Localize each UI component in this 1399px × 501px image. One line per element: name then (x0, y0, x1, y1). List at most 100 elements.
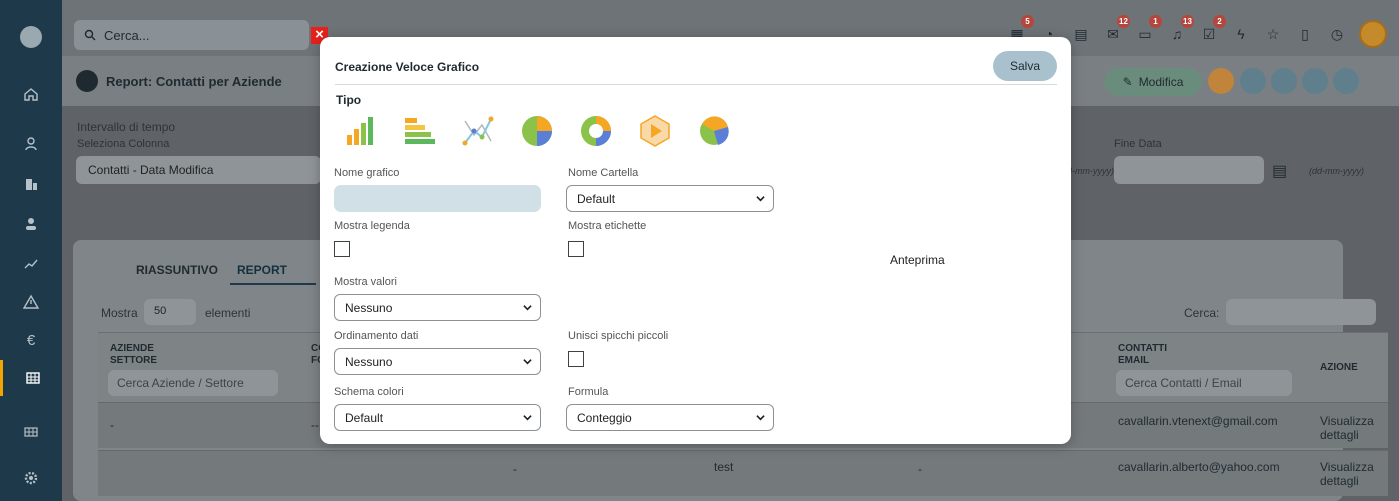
date-format-hint: (dd-mm-yyyy) (1309, 166, 1364, 176)
folder-value: Default (577, 192, 616, 206)
cell: test (714, 460, 734, 474)
tasks-check-icon[interactable]: ☑ 2 (1199, 15, 1226, 44)
print-icon[interactable] (1333, 68, 1359, 94)
divider (335, 84, 1057, 85)
home-icon[interactable] (0, 76, 62, 112)
order-select[interactable]: Nessuno (334, 348, 541, 375)
cell: -- (311, 418, 319, 432)
col-contatti: CONTATTI (1118, 343, 1168, 354)
labels-checkbox[interactable] (568, 241, 584, 257)
lightning-icon[interactable]: ϟ (1231, 24, 1251, 44)
view-details-link[interactable]: Visualizza (1320, 414, 1374, 428)
user-icon[interactable] (0, 206, 62, 242)
modal-title: Creazione Veloce Grafico (335, 60, 480, 74)
chevron-down-icon (756, 415, 765, 421)
pie-chart-icon[interactable] (519, 113, 555, 149)
formula-select[interactable]: Conteggio (566, 404, 774, 431)
tab-report[interactable]: REPORT (237, 263, 287, 277)
table-icon[interactable] (0, 414, 62, 450)
mail-icon[interactable]: ✉ 12 (1103, 15, 1130, 44)
view-details-link[interactable]: Visualizza (1320, 460, 1374, 474)
formula-value: Conteggio (577, 411, 632, 425)
search-icon (84, 29, 96, 41)
contacts-icon[interactable] (0, 126, 62, 162)
line-chart-icon[interactable] (460, 113, 496, 149)
settings-gear-icon[interactable] (0, 460, 62, 496)
view-details-link[interactable]: dettagli (1320, 428, 1359, 442)
column-select[interactable]: Contatti - Data Modifica (76, 156, 321, 184)
folder-select[interactable]: Default (566, 185, 774, 212)
date-format-hint: (dd-mm-yyyy) (1068, 166, 1114, 176)
table-search-input[interactable] (1226, 299, 1376, 325)
scheme-value: Default (345, 411, 384, 425)
donut-chart-icon[interactable] (578, 113, 614, 149)
end-date-label: Fine Data (1114, 138, 1162, 150)
type-label: Tipo (336, 93, 362, 107)
reports-grid-icon[interactable] (0, 360, 62, 396)
scheme-select[interactable]: Default (334, 404, 541, 431)
values-value: Nessuno (345, 301, 393, 315)
filter-email-input[interactable]: Cerca Contatti / Email (1116, 370, 1292, 396)
tab-summary[interactable]: RIASSUNTIVO (136, 263, 218, 277)
labels-label: Mostra etichette (568, 220, 647, 232)
chart-quick-icon[interactable] (1208, 68, 1234, 94)
scheme-label: Schema colori (334, 386, 404, 398)
col-email: EMAIL (1118, 355, 1150, 366)
chevron-down-icon (523, 415, 532, 421)
user-avatar[interactable] (1359, 20, 1387, 48)
pdf-icon[interactable] (1271, 68, 1297, 94)
end-date-input[interactable] (1114, 156, 1264, 184)
bar-vertical-icon[interactable] (342, 113, 378, 149)
values-select[interactable]: Nessuno (334, 294, 541, 321)
warning-icon[interactable] (0, 284, 62, 320)
bell-icon[interactable]: ♫ 13 (1167, 15, 1194, 44)
app-logo[interactable] (20, 26, 42, 48)
copy-icon[interactable] (1240, 68, 1266, 94)
trend-icon[interactable] (0, 246, 62, 282)
cell-email: cavallarin.vtenext@gmail.com (1118, 414, 1278, 428)
notification-badge: 2 (1213, 15, 1226, 28)
values-label: Mostra valori (334, 276, 397, 288)
calendar-icon[interactable]: ▤ (1071, 24, 1091, 44)
chevron-down-icon (523, 359, 532, 365)
search-placeholder: Cerca... (104, 27, 150, 43)
pie-3d-chart-icon[interactable] (696, 113, 732, 149)
chevron-down-icon (523, 305, 532, 311)
notification-badge: 13 (1181, 15, 1194, 28)
chevron-down-icon (756, 196, 765, 202)
page-title: Report: Contatti per Aziende (106, 74, 282, 89)
cell: - (513, 462, 517, 476)
bar-horizontal-icon[interactable] (401, 113, 437, 149)
filter-aziende-input[interactable]: Cerca Aziende / Settore (108, 370, 278, 396)
view-details-link[interactable]: dettagli (1320, 474, 1359, 488)
page-size-select[interactable]: 50 (144, 299, 196, 325)
timer-icon[interactable]: ◷ (1327, 24, 1347, 44)
calendar-icon[interactable]: ▤ (1272, 161, 1287, 181)
legend-checkbox[interactable] (334, 241, 350, 257)
chart-name-input[interactable] (334, 185, 541, 212)
excel-icon[interactable] (1302, 68, 1328, 94)
modify-button[interactable]: ✎ Modifica (1104, 68, 1202, 96)
save-button[interactable]: Salva (993, 51, 1057, 81)
elements-label: elementi (205, 306, 251, 320)
quick-chart-modal: Creazione Veloce Grafico Salva Tipo Nome… (320, 37, 1071, 444)
cell-email: cavallarin.alberto@yahoo.com (1118, 460, 1280, 474)
folder-icon[interactable] (76, 70, 98, 92)
document-icon[interactable]: ▯ (1295, 24, 1315, 44)
merge-label: Unisci spicchi piccoli (568, 330, 669, 342)
pencil-icon: ✎ (1122, 75, 1133, 89)
euro-icon[interactable]: € (0, 322, 62, 358)
legend-label: Mostra legenda (334, 220, 410, 232)
chart-name-label: Nome grafico (334, 167, 400, 179)
sidebar: € (0, 0, 62, 501)
col-aziende: AZIENDE (110, 343, 154, 354)
chat-icon[interactable]: ▭ 1 (1135, 15, 1162, 44)
column-label: Seleziona Colonna (77, 138, 170, 150)
merge-checkbox[interactable] (568, 351, 584, 367)
global-search-input[interactable]: Cerca... (74, 20, 309, 50)
order-value: Nessuno (345, 355, 393, 369)
companies-icon[interactable] (0, 166, 62, 202)
order-label: Ordinamento dati (334, 330, 419, 342)
star-icon[interactable]: ☆ (1263, 24, 1283, 44)
funnel-chart-icon[interactable] (637, 113, 673, 149)
